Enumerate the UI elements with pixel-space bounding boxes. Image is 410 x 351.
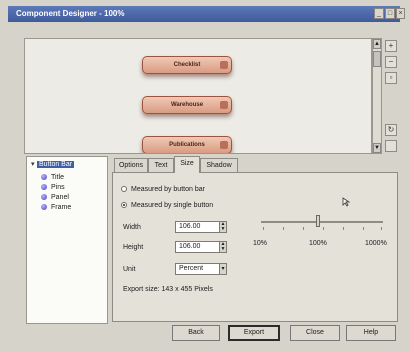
node-icon: [41, 194, 47, 200]
close-button[interactable]: Close: [290, 325, 340, 341]
tab-text[interactable]: Text: [148, 158, 174, 172]
tab-size[interactable]: Size: [174, 156, 200, 173]
tree-item-frame[interactable]: Frame: [41, 203, 71, 213]
height-label: Height: [123, 244, 144, 251]
zoom-in-icon[interactable]: +: [385, 40, 397, 52]
export-button[interactable]: Export: [228, 325, 280, 341]
radio-label: Measured by button bar: [131, 186, 205, 193]
slider-tick: [343, 227, 344, 230]
unit-select[interactable]: Percent ▾: [175, 263, 227, 275]
preview-button-label: Checklist: [173, 62, 201, 68]
radio-label: Measured by single button: [131, 202, 214, 209]
slider-tick: [323, 227, 324, 230]
radio-circle: [121, 186, 127, 192]
arrow-icon: [220, 141, 228, 149]
unit-value: Percent: [179, 265, 204, 272]
node-icon: [41, 174, 47, 180]
help-button[interactable]: Help: [346, 325, 396, 341]
title-bar: Component Designer - 100%: [8, 6, 400, 22]
tree-item-label: Panel: [51, 194, 69, 201]
back-button[interactable]: Back: [172, 325, 220, 341]
window-title: Component Designer - 100%: [16, 9, 125, 18]
tree-item-label: Frame: [51, 204, 72, 211]
radio-measured-by-single[interactable]: Measured by single button: [121, 201, 213, 211]
height-field[interactable]: 106.00 ▲ ▼: [175, 241, 227, 253]
size-slider-thumb[interactable]: [316, 215, 320, 227]
tree-item-title[interactable]: Title: [41, 173, 64, 183]
width-label: Width: [123, 224, 141, 231]
component-tree: ▾ Button Bar Title Pins Panel Frame: [26, 156, 108, 324]
preview-button-publications[interactable]: Publications: [142, 136, 232, 153]
tree-item-label: Pins: [51, 184, 65, 191]
tree-item-label: Title: [51, 174, 64, 181]
close-window-button[interactable]: ×: [396, 8, 405, 19]
slider-tick: [303, 227, 304, 230]
radio-circle: [121, 202, 127, 208]
slider-mid-label: 100%: [309, 240, 327, 247]
export-size: Export size: 143 x 455 Pixels: [123, 286, 213, 293]
tree-item-panel[interactable]: Panel: [41, 193, 69, 203]
size-slider-track[interactable]: [261, 221, 383, 223]
arrow-icon: [220, 101, 228, 109]
preview-button-label: Publications: [169, 142, 205, 148]
preview-button-checklist[interactable]: Checklist: [142, 56, 232, 74]
tab-options[interactable]: Options: [114, 158, 148, 172]
unit-label: Unit: [123, 266, 136, 273]
slider-tick: [283, 227, 284, 230]
scroll-up-arrow[interactable]: ▲: [373, 39, 381, 49]
width-field[interactable]: 106.00 ▲ ▼: [175, 221, 227, 233]
width-spinner[interactable]: ▲ ▼: [219, 221, 227, 233]
preview-button-warehouse[interactable]: Warehouse: [142, 96, 232, 114]
maximize-button[interactable]: □: [385, 8, 395, 19]
height-value: 106.00: [179, 243, 201, 250]
size-panel: Measured by button bar Measured by singl…: [112, 172, 398, 322]
tree-item-pins[interactable]: Pins: [41, 183, 65, 193]
height-spinner[interactable]: ▲ ▼: [219, 241, 227, 253]
slider-tick: [381, 227, 382, 230]
scroll-down-arrow[interactable]: ▼: [373, 143, 381, 153]
preview-canvas[interactable]: Checklist Warehouse Publications: [24, 38, 372, 154]
color-swatch-icon[interactable]: [385, 140, 397, 152]
tree-root-label: Button Bar: [37, 161, 75, 168]
refresh-icon[interactable]: ↻: [385, 124, 397, 136]
tree-root[interactable]: ▾ Button Bar: [31, 160, 75, 170]
node-icon: [41, 184, 47, 190]
tab-shadow[interactable]: Shadow: [200, 158, 238, 172]
minimize-button[interactable]: _: [374, 8, 384, 19]
mouse-cursor-icon: [342, 197, 351, 207]
slider-max-label: 1000%: [365, 240, 387, 247]
radio-measured-by-bar[interactable]: Measured by button bar: [121, 185, 205, 195]
width-value: 106.00: [179, 223, 201, 230]
node-icon: [41, 204, 47, 210]
preview-scrollbar[interactable]: ▲ ▼: [372, 38, 382, 154]
slider-tick: [363, 227, 364, 230]
slider-min-label: 10%: [253, 240, 268, 247]
fit-icon[interactable]: ▫: [385, 72, 397, 84]
scroll-thumb[interactable]: [373, 51, 381, 67]
zoom-out-icon[interactable]: −: [385, 56, 397, 68]
chevron-down-icon[interactable]: ▾: [219, 263, 227, 275]
preview-button-label: Warehouse: [170, 102, 204, 108]
component-designer-window: Component Designer - 100% _ □ × Checklis…: [0, 0, 410, 351]
arrow-icon: [220, 61, 228, 69]
slider-tick: [263, 227, 264, 230]
